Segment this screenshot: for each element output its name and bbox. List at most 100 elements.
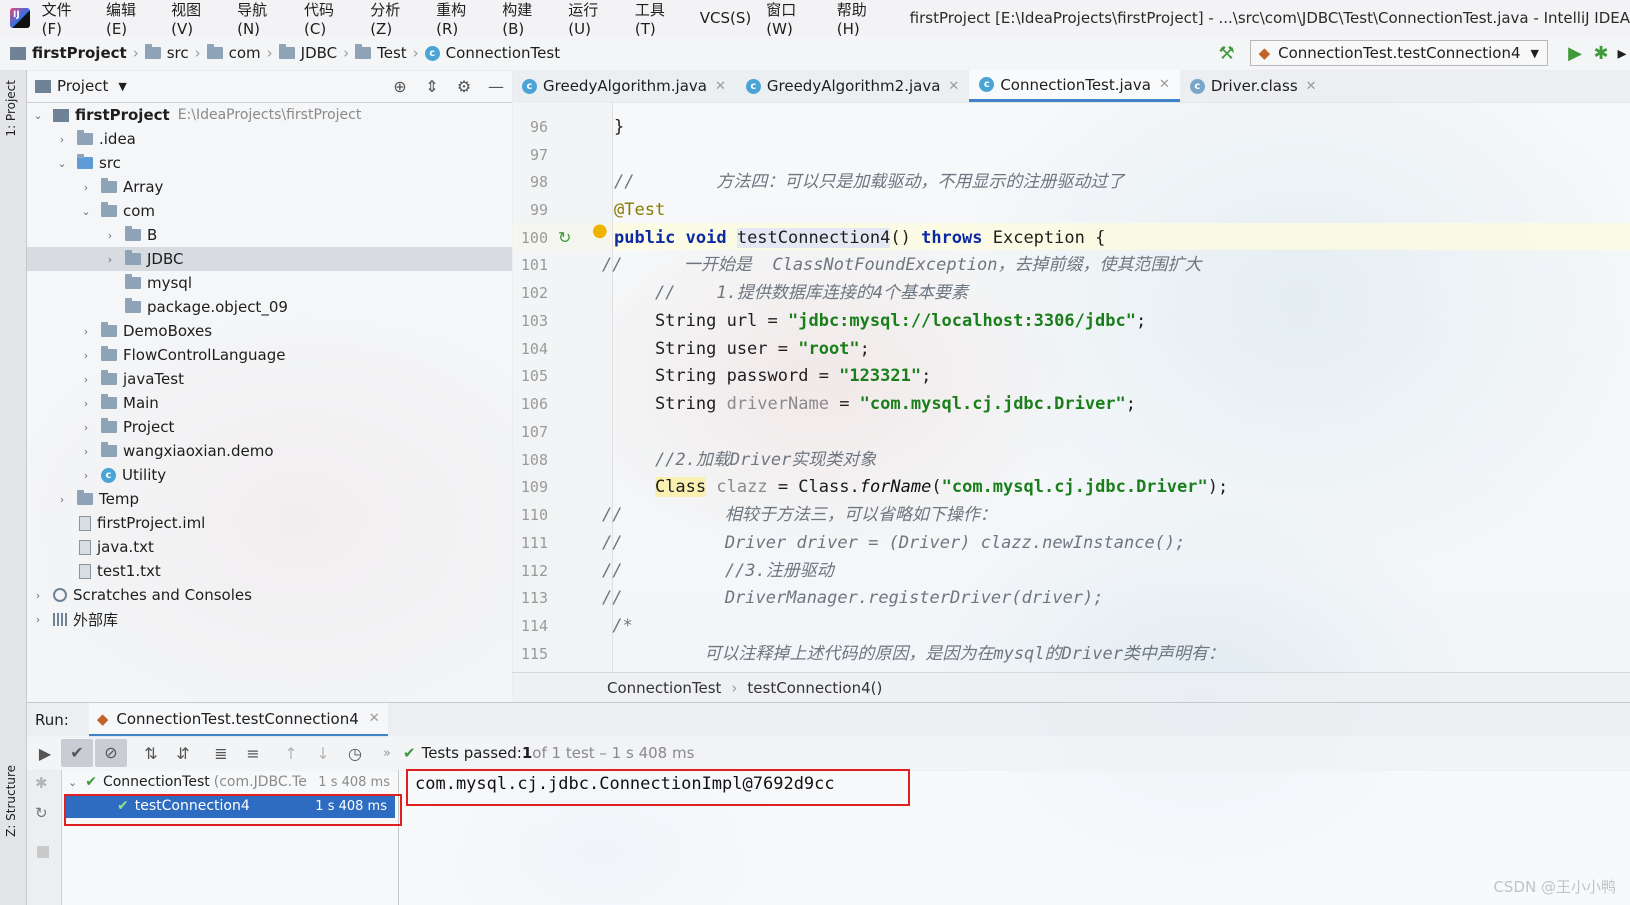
menu-refactor[interactable]: 重构(R) bbox=[436, 0, 487, 38]
tree-item-array[interactable]: › Array bbox=[27, 175, 512, 199]
expand-all-icon[interactable]: ≣ bbox=[205, 744, 237, 763]
tree-item-wangxiaoxian-demo[interactable]: › wangxiaoxian.demo bbox=[27, 439, 512, 463]
previous-failed-icon[interactable]: ↑ bbox=[275, 744, 307, 763]
run-tab-connectiontest[interactable]: ◆ ConnectionTest.testConnection4 ✕ bbox=[88, 703, 388, 737]
tree-item-java-txt[interactable]: java.txt bbox=[27, 535, 512, 559]
tree-item-b[interactable]: › B bbox=[27, 223, 512, 247]
tab-connectiontest[interactable]: c ConnectionTest.java ✕ bbox=[969, 70, 1180, 102]
menu-file[interactable]: 文件(F) bbox=[42, 0, 91, 38]
tree-item-mysql[interactable]: mysql bbox=[27, 271, 512, 295]
tree-item-src[interactable]: ⌄ src bbox=[27, 151, 512, 175]
chevron-right-icon[interactable]: › bbox=[79, 181, 93, 194]
collapse-all-icon[interactable]: ⇕ bbox=[416, 77, 448, 96]
tree-item-firstproject-iml[interactable]: firstProject.iml bbox=[27, 511, 512, 535]
code-editor[interactable]: 96 97 98 99 100 101 102 103 104 105 106 … bbox=[512, 102, 1630, 672]
chevron-right-icon[interactable]: › bbox=[31, 589, 45, 602]
breadcrumb-test[interactable]: Test › bbox=[355, 44, 425, 62]
chevron-right-icon[interactable]: › bbox=[79, 469, 93, 482]
minimize-icon[interactable]: — bbox=[480, 77, 512, 96]
chevron-right-icon[interactable]: › bbox=[103, 253, 117, 266]
breadcrumb-project[interactable]: firstProject › bbox=[10, 44, 145, 62]
breadcrumb-connectiontest[interactable]: c ConnectionTest bbox=[424, 44, 560, 62]
run-test-gutter-icon[interactable]: ↻ bbox=[558, 228, 571, 247]
tree-item-project[interactable]: › Project bbox=[27, 415, 512, 439]
show-passed-icon[interactable]: ✔ bbox=[61, 739, 93, 767]
tree-item-utility[interactable]: › c Utility bbox=[27, 463, 512, 487]
menu-analyze[interactable]: 分析(Z) bbox=[370, 0, 421, 38]
debug-icon[interactable]: ✱ bbox=[35, 774, 48, 792]
chevron-right-icon[interactable]: › bbox=[79, 421, 93, 434]
project-panel-title[interactable]: Project bbox=[57, 77, 108, 95]
debug-bug-icon[interactable]: ✱ bbox=[1588, 43, 1614, 64]
breadcrumb-com[interactable]: com › bbox=[206, 44, 279, 62]
menu-vcs[interactable]: VCS(S) bbox=[700, 9, 751, 27]
menu-run[interactable]: 运行(U) bbox=[568, 0, 620, 38]
tree-item-external-libraries[interactable]: › 外部库 bbox=[27, 607, 512, 631]
tab-project-tool[interactable]: 1: Project bbox=[4, 80, 18, 137]
next-failed-icon[interactable]: ↓ bbox=[307, 744, 339, 763]
breadcrumb-src[interactable]: src › bbox=[144, 44, 207, 62]
chevron-right-icon[interactable]: › bbox=[79, 325, 93, 338]
chevron-down-icon[interactable]: ⌄ bbox=[68, 776, 77, 789]
test-history-clock-icon[interactable]: ◷ bbox=[339, 744, 371, 763]
chevron-right-icon[interactable]: › bbox=[79, 349, 93, 362]
tab-greedyalgorithm2[interactable]: c GreedyAlgorithm2.java ✕ bbox=[736, 70, 969, 102]
chevron-down-icon[interactable]: ▼ bbox=[118, 80, 126, 93]
tree-item-jdbc[interactable]: › JDBC bbox=[27, 247, 512, 271]
tree-item-com[interactable]: ⌄ com bbox=[27, 199, 512, 223]
more-chevron-icon[interactable]: » bbox=[371, 746, 403, 761]
chevron-right-icon[interactable]: › bbox=[79, 397, 93, 410]
menu-build[interactable]: 构建(B) bbox=[502, 0, 553, 38]
chevron-down-icon[interactable]: ⌄ bbox=[55, 157, 69, 170]
tree-item-idea[interactable]: › .idea bbox=[27, 127, 512, 151]
sort-alphabetically-icon[interactable]: ⇅ bbox=[135, 744, 167, 763]
run-configuration-select[interactable]: ◆ ConnectionTest.testConnection4 ▼ bbox=[1249, 40, 1548, 66]
close-icon[interactable]: ✕ bbox=[948, 79, 959, 94]
close-icon[interactable]: ✕ bbox=[1159, 77, 1170, 92]
chevron-right-icon[interactable]: › bbox=[31, 613, 45, 626]
sort-by-duration-icon[interactable]: ⇵ bbox=[167, 744, 199, 763]
lightbulb-icon[interactable]: ● bbox=[592, 220, 608, 241]
tree-item-temp[interactable]: › Temp bbox=[27, 487, 512, 511]
locate-target-icon[interactable]: ⊕ bbox=[384, 77, 416, 96]
close-icon[interactable]: ✕ bbox=[1306, 79, 1317, 94]
menu-code[interactable]: 代码(C) bbox=[304, 0, 355, 38]
tree-item-javatest[interactable]: › javaTest bbox=[27, 367, 512, 391]
show-ignored-icon[interactable]: ⊘ bbox=[95, 739, 127, 767]
tab-greedyalgorithm[interactable]: c GreedyAlgorithm.java ✕ bbox=[512, 70, 736, 102]
chevron-right-icon[interactable]: › bbox=[79, 445, 93, 458]
test-suite-row[interactable]: ⌄ ✔ ConnectionTest (com.JDBC.Te 1 s 408 … bbox=[62, 770, 398, 794]
tree-item-scratches[interactable]: › Scratches and Consoles bbox=[27, 583, 512, 607]
breadcrumb-jdbc[interactable]: JDBC › bbox=[278, 44, 355, 62]
chevron-down-icon[interactable]: ⌄ bbox=[31, 109, 45, 122]
chevron-right-icon[interactable]: › bbox=[79, 373, 93, 386]
tree-item-test1-txt[interactable]: test1.txt bbox=[27, 559, 512, 583]
collapse-all-icon[interactable]: ≡ bbox=[237, 744, 269, 763]
menu-navigate[interactable]: 导航(N) bbox=[237, 0, 289, 38]
chevron-right-icon[interactable]: › bbox=[103, 229, 117, 242]
more-icon[interactable]: ▸ bbox=[1614, 43, 1630, 64]
tree-item-demoboxes[interactable]: › DemoBoxes bbox=[27, 319, 512, 343]
tree-item-root[interactable]: ⌄ firstProject E:\IdeaProjects\firstProj… bbox=[27, 103, 512, 127]
menu-help[interactable]: 帮助(H) bbox=[837, 0, 889, 38]
tree-item-main[interactable]: › Main bbox=[27, 391, 512, 415]
run-icon[interactable]: ▶ bbox=[1562, 43, 1588, 64]
stop-icon[interactable] bbox=[37, 846, 49, 858]
menu-tools[interactable]: 工具(T) bbox=[635, 0, 685, 38]
breadcrumb-class[interactable]: ConnectionTest bbox=[607, 679, 721, 697]
toggle-auto-test-icon[interactable]: ↻ bbox=[35, 804, 48, 822]
chevron-right-icon[interactable]: › bbox=[55, 493, 69, 506]
rerun-icon[interactable]: ▶ bbox=[29, 744, 61, 763]
tab-structure-tool[interactable]: Z: Structure bbox=[4, 765, 18, 837]
close-icon[interactable]: ✕ bbox=[715, 79, 726, 94]
menu-window[interactable]: 窗口(W) bbox=[766, 0, 821, 38]
tree-item-flowcontrollanguage[interactable]: › FlowControlLanguage bbox=[27, 343, 512, 367]
chevron-down-icon[interactable]: ⌄ bbox=[79, 205, 93, 218]
close-icon[interactable]: ✕ bbox=[369, 711, 380, 726]
gear-icon[interactable]: ⚙ bbox=[448, 77, 480, 96]
build-hammer-icon[interactable]: ⚒ bbox=[1214, 43, 1240, 64]
menu-view[interactable]: 视图(V) bbox=[171, 0, 222, 38]
tab-driver-class[interactable]: c Driver.class ✕ bbox=[1180, 70, 1327, 102]
chevron-right-icon[interactable]: › bbox=[55, 133, 69, 146]
menu-edit[interactable]: 编辑(E) bbox=[106, 0, 156, 38]
